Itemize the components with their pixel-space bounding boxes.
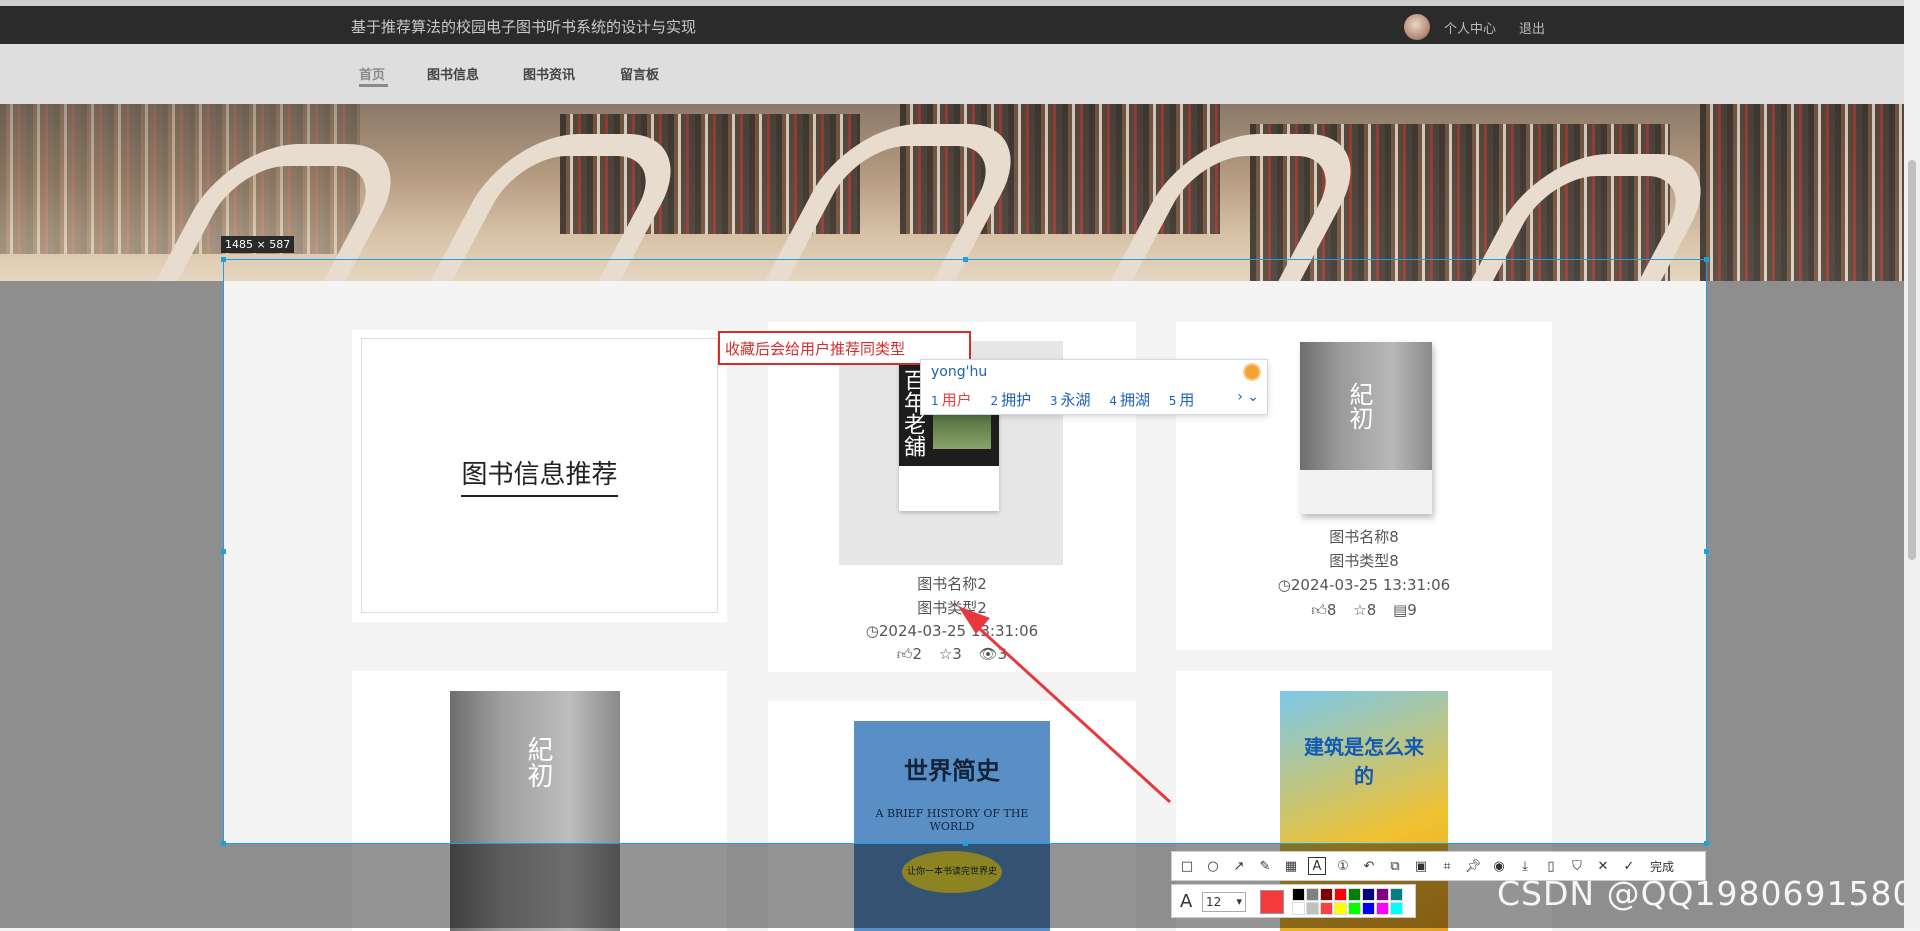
color-swatch[interactable]	[1334, 902, 1347, 915]
ocr-icon[interactable]: ▣	[1412, 857, 1430, 875]
translate-icon[interactable]: ⧉	[1386, 857, 1404, 875]
page-scrollbar-thumb[interactable]	[1908, 160, 1916, 560]
color-swatch[interactable]	[1376, 888, 1389, 901]
color-swatch[interactable]	[1306, 888, 1319, 901]
color-palette	[1292, 888, 1403, 915]
annotation-arrow	[958, 606, 1172, 804]
pen-icon[interactable]: ✎	[1256, 857, 1274, 875]
mosaic-icon[interactable]: ▦	[1282, 857, 1300, 875]
color-swatch[interactable]	[1292, 888, 1305, 901]
text-style-toolbar: A 12	[1171, 884, 1416, 918]
close-icon[interactable]: ✕	[1594, 857, 1612, 875]
current-color-swatch[interactable]	[1260, 890, 1284, 914]
color-swatch[interactable]	[1306, 902, 1319, 915]
font-size-select[interactable]: 12	[1202, 892, 1246, 912]
download-icon[interactable]: ⤓	[1516, 857, 1534, 875]
ellipse-icon[interactable]: ○	[1204, 857, 1222, 875]
color-swatch[interactable]	[1348, 902, 1361, 915]
record-icon[interactable]: ◉	[1490, 857, 1508, 875]
color-swatch[interactable]	[1320, 902, 1333, 915]
number-marker-icon[interactable]: ①	[1334, 857, 1352, 875]
color-swatch[interactable]	[1390, 902, 1403, 915]
undo-icon[interactable]: ↶	[1360, 857, 1378, 875]
long-screenshot-icon[interactable]: ⌗	[1438, 857, 1456, 875]
csdn-watermark: CSDN @QQ1980691580	[1497, 874, 1915, 913]
color-swatch[interactable]	[1390, 888, 1403, 901]
color-swatch[interactable]	[1362, 888, 1375, 901]
done-button[interactable]: 完成	[1650, 858, 1674, 875]
pin-icon[interactable]: 📌︎	[1464, 857, 1482, 875]
arrow-head	[958, 606, 990, 634]
text-tool-icon[interactable]: A	[1308, 857, 1326, 875]
arrow-shaft	[968, 618, 1172, 804]
color-swatch[interactable]	[1320, 888, 1333, 901]
color-swatch[interactable]	[1348, 888, 1361, 901]
color-swatch[interactable]	[1376, 902, 1389, 915]
rectangle-icon[interactable]: □	[1178, 857, 1196, 875]
phone-icon[interactable]: ▯	[1542, 857, 1560, 875]
color-swatch[interactable]	[1362, 902, 1375, 915]
font-icon: A	[1180, 891, 1193, 912]
color-swatch[interactable]	[1334, 888, 1347, 901]
check-icon: ✓	[1623, 858, 1635, 874]
color-swatch[interactable]	[1292, 902, 1305, 915]
arrow-icon[interactable]: ↗	[1230, 857, 1248, 875]
bookmark-icon[interactable]: ⛉	[1568, 857, 1586, 875]
